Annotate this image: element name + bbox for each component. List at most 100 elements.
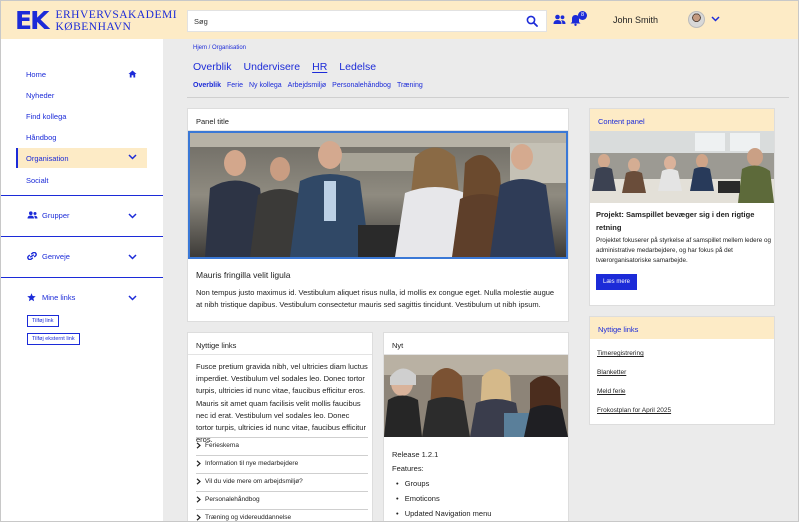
- secondary-tabs: Overblik Ferie Ny kollega Arbejdsmiljø P…: [193, 82, 429, 89]
- list-item: • Emoticons: [396, 494, 440, 503]
- notification-badge: 8: [578, 11, 587, 20]
- panel-header: [384, 333, 568, 355]
- breadcrumb[interactable]: Hjem / Organisation: [193, 45, 246, 51]
- link-label: Vil du vide mere om arbejdsmiljø?: [205, 478, 303, 485]
- chevron-right-icon: [196, 514, 201, 521]
- link-lunch-plan[interactable]: Frokostplan for April 2025: [597, 407, 671, 414]
- people-icon[interactable]: [553, 14, 566, 25]
- sidebar-item-social[interactable]: Socialt: [26, 176, 49, 185]
- search-box: [187, 10, 547, 32]
- tab-management[interactable]: Ledelse: [339, 61, 376, 73]
- read-more-button[interactable]: Læs mere: [596, 274, 637, 290]
- list-item: • Updated Navigation menu: [396, 509, 492, 518]
- sidebar-item-home[interactable]: Home: [26, 70, 46, 79]
- feature-label: Groups: [404, 479, 430, 488]
- link-label: Information til nye medarbejdere: [205, 460, 299, 467]
- list-item: • Groups: [396, 479, 430, 488]
- content-image: [590, 131, 774, 203]
- release-version: Release 1.2.1: [392, 450, 439, 459]
- link-label: Ferieskema: [205, 442, 239, 449]
- subtab-staff-handbook[interactable]: Personalehåndbog: [332, 82, 391, 89]
- sidebar-section-my-links[interactable]: Mine links: [42, 293, 75, 302]
- chevron-down-icon[interactable]: [128, 295, 137, 301]
- link-label: Træning og videreuddannelse: [205, 514, 292, 521]
- app-frame: EK ERHVERVSAKADEMI KØBENHAVN 8 John Smit…: [0, 0, 799, 522]
- hero-image: [188, 131, 568, 259]
- chevron-down-icon[interactable]: [128, 213, 137, 219]
- subtab-new-colleague[interactable]: Ny kollega: [249, 82, 282, 89]
- home-icon: [128, 70, 137, 78]
- link-icon: [27, 252, 37, 260]
- primary-tabs: Overblik Undervisere HR Ledelse: [193, 61, 388, 73]
- list-item[interactable]: Vil du vide mere om arbejdsmiljø?: [196, 473, 368, 490]
- right-useful-links-panel: Nyttige links Timeregistrering Blankette…: [589, 316, 775, 425]
- chevron-right-icon: [196, 496, 201, 503]
- logo[interactable]: EK ERHVERVSAKADEMI KØBENHAVN: [15, 8, 177, 33]
- panel-body: Non tempus justo maximus id. Vestibulum …: [196, 288, 555, 310]
- avatar[interactable]: [688, 11, 705, 28]
- add-link-button[interactable]: Tilføj link: [27, 315, 59, 327]
- sidebar-item-news[interactable]: Nyheder: [26, 91, 54, 100]
- sidebar-section-shortcuts[interactable]: Genveje: [42, 252, 70, 261]
- search-icon[interactable]: [526, 15, 538, 27]
- divider: [1, 236, 163, 237]
- subtab-work-environment[interactable]: Arbejdsmiljø: [288, 82, 327, 89]
- subtab-vacation[interactable]: Ferie: [227, 82, 243, 89]
- link-label: Personalehåndbog: [205, 496, 260, 503]
- chevron-right-icon: [196, 442, 201, 449]
- list-item[interactable]: Information til nye medarbejdere: [196, 455, 368, 472]
- link-forms[interactable]: Blanketter: [597, 369, 626, 376]
- panel-title: Nyttige links: [598, 325, 639, 334]
- link-report-vacation[interactable]: Meld ferie: [597, 388, 626, 395]
- panel-header: [188, 109, 568, 131]
- panel-title: Nyt: [392, 341, 404, 350]
- content-body: Projektet fokuserer på styrkelse af sams…: [596, 237, 771, 264]
- logo-line-1: ERHVERVSAKADEMI: [55, 8, 178, 21]
- panel-title: Panel title: [196, 117, 229, 126]
- divider: [1, 195, 163, 196]
- chevron-down-icon[interactable]: [128, 254, 137, 260]
- panel-heading: Mauris fringilla velit ligula: [196, 270, 291, 280]
- star-icon: [27, 293, 36, 302]
- women-laughing-photo: [384, 355, 568, 437]
- chevron-right-icon: [196, 478, 201, 485]
- logo-text: ERHVERVSAKADEMI KØBENHAVN: [55, 9, 177, 33]
- sidebar-item-organisation[interactable]: Organisation: [26, 154, 69, 163]
- logo-line-2: KØBENHAVN: [55, 20, 132, 33]
- subtab-training[interactable]: Træning: [397, 82, 423, 89]
- tab-hr[interactable]: HR: [312, 61, 327, 73]
- sidebar-item-find-colleague[interactable]: Find kollega: [26, 112, 66, 121]
- main-panel: Panel title Mauris fringilla velit ligul…: [187, 108, 569, 322]
- chevron-right-icon: [196, 460, 201, 467]
- add-external-link-button[interactable]: Tilføj eksternt link: [27, 333, 80, 345]
- user-name[interactable]: John Smith: [613, 15, 658, 25]
- tab-overview[interactable]: Overblik: [193, 61, 232, 73]
- news-panel: Nyt Release 1.2.1 Features: • Groups • E…: [383, 332, 569, 521]
- panel-body: Fusce pretium gravida nibh, vel ultricie…: [196, 362, 368, 445]
- divider: [187, 97, 789, 98]
- useful-links-panel: Nyttige links Fusce pretium gravida nibh…: [187, 332, 373, 521]
- link-timesheet[interactable]: Timeregistrering: [597, 350, 644, 357]
- chevron-down-icon[interactable]: [128, 154, 137, 160]
- news-image: [384, 355, 568, 437]
- panel-title: Content panel: [598, 117, 645, 126]
- divider: [1, 277, 163, 278]
- list-item[interactable]: Ferieskema: [196, 437, 368, 454]
- feature-label: Updated Navigation menu: [404, 509, 492, 518]
- list-item[interactable]: Træning og videreuddannelse: [196, 509, 368, 521]
- sidebar-section-groups[interactable]: Grupper: [42, 211, 70, 220]
- sidebar-item-handbook[interactable]: Håndbog: [26, 133, 56, 142]
- search-input[interactable]: [194, 11, 514, 31]
- logo-mark: EK: [15, 6, 49, 35]
- top-header: EK ERHVERVSAKADEMI KØBENHAVN 8 John Smit…: [1, 1, 798, 39]
- classroom-photo: [590, 131, 774, 203]
- list-item[interactable]: Personalehåndbog: [196, 491, 368, 508]
- features-label: Features:: [392, 464, 424, 473]
- chevron-down-icon[interactable]: [711, 16, 720, 22]
- office-people-photo: [190, 133, 566, 257]
- sidebar: Home Nyheder Find kollega Håndbog Organi…: [1, 39, 163, 521]
- subtab-overview[interactable]: Overblik: [193, 82, 221, 89]
- tab-teachers[interactable]: Undervisere: [244, 61, 301, 73]
- groups-icon: [27, 211, 38, 219]
- content-heading: Projekt: Samspillet bevæger sig i den ri…: [596, 210, 755, 232]
